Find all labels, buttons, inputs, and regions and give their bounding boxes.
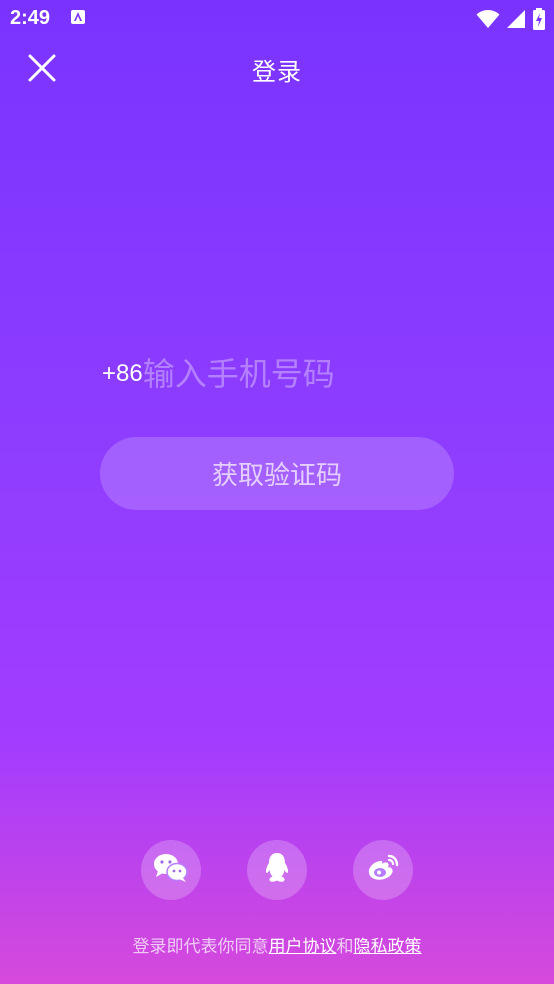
- app-notification-icon: [70, 9, 86, 25]
- agreement-text: 登录即代表你同意用户协议和隐私政策: [0, 932, 554, 957]
- qq-icon: [263, 852, 291, 888]
- phone-row: +86: [102, 346, 542, 402]
- status-time: 2:49: [10, 7, 51, 29]
- phone-input[interactable]: [142, 355, 542, 393]
- agreement-prefix: 登录即代表你同意: [132, 937, 269, 957]
- country-code[interactable]: +86: [102, 360, 143, 388]
- battery-charging-icon: [532, 8, 546, 34]
- qq-login-button[interactable]: [247, 840, 307, 900]
- agreement-and: 和: [336, 937, 354, 957]
- page-title: 登录: [252, 58, 302, 86]
- cell-signal-icon: [506, 9, 526, 33]
- weibo-login-button[interactable]: [353, 840, 413, 900]
- user-agreement-link[interactable]: 用户协议: [269, 937, 337, 957]
- status-bar: 2:49: [0, 0, 554, 36]
- get-code-button[interactable]: 获取验证码: [100, 437, 454, 510]
- wechat-icon: [153, 853, 189, 887]
- wifi-icon: [476, 9, 500, 33]
- privacy-policy-link[interactable]: 隐私政策: [354, 937, 422, 957]
- wechat-login-button[interactable]: [141, 840, 201, 900]
- weibo-icon: [366, 853, 400, 887]
- status-icons: [476, 8, 546, 34]
